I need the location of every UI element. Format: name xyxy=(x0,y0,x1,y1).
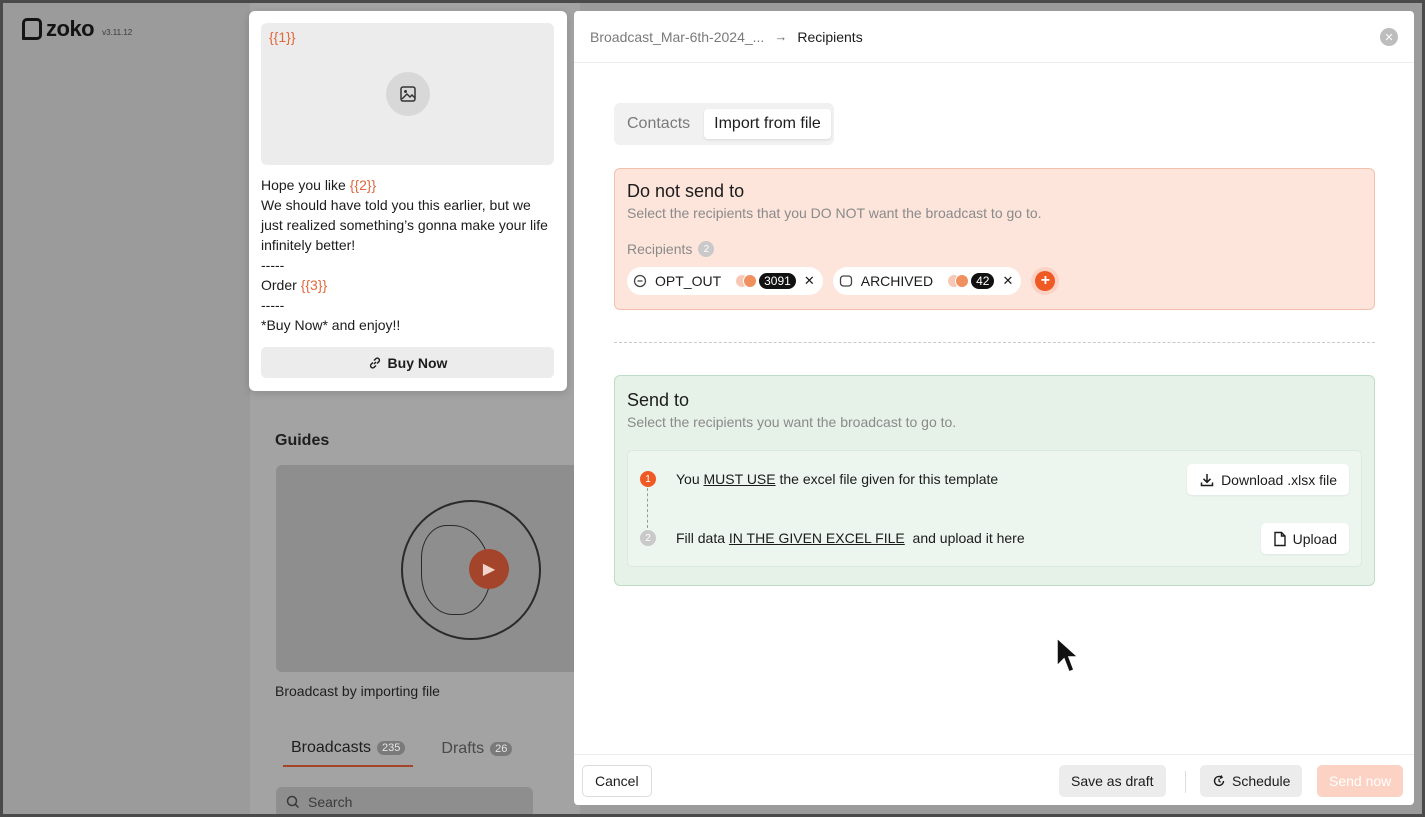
image-icon xyxy=(386,72,430,116)
mouse-cursor-icon xyxy=(1056,636,1080,673)
breadcrumb: Broadcast_Mar-6th-2024_... → Recipients … xyxy=(574,11,1414,63)
preview-variable: {{3}} xyxy=(300,277,328,293)
send-to-card: Send to Select the recipients you want t… xyxy=(614,375,1375,586)
guide-video[interactable]: ▶ xyxy=(276,465,576,672)
link-icon xyxy=(369,356,380,369)
chip-label: OPT_OUT xyxy=(655,273,722,289)
chip-label: ARCHIVED xyxy=(860,273,934,289)
preview-text: Hope you like xyxy=(261,177,350,193)
chip-count-badge: 3091 xyxy=(759,273,796,289)
contact-avatars xyxy=(947,274,970,288)
arrow-right-icon: → xyxy=(774,29,788,44)
opt-out-icon xyxy=(633,274,647,288)
download-icon xyxy=(1200,473,1214,486)
tab-import-from-file[interactable]: Import from file xyxy=(704,109,831,139)
search-icon xyxy=(286,795,300,809)
schedule-icon xyxy=(1213,775,1225,787)
search-input[interactable]: Search xyxy=(276,787,533,817)
tab-broadcasts[interactable]: Broadcasts 235 xyxy=(283,737,414,767)
step-connector xyxy=(647,488,648,528)
step-number: 1 xyxy=(640,471,656,487)
media-variable: {{1}} xyxy=(269,29,296,45)
preview-text: *Buy Now* and enjoy!! xyxy=(261,317,401,333)
schedule-label: Schedule xyxy=(1232,773,1291,789)
upload-label: Upload xyxy=(1292,530,1337,547)
remove-chip-icon[interactable]: ✕ xyxy=(804,273,815,289)
modal-footer: Cancel Save as draft Schedule Send now xyxy=(574,754,1414,805)
buy-now-button[interactable]: Buy Now xyxy=(261,347,554,378)
breadcrumb-broadcast[interactable]: Broadcast_Mar-6th-2024_... xyxy=(590,29,764,45)
tab-count-badge: 26 xyxy=(490,742,513,756)
preview-text: We should have told you this earlier, bu… xyxy=(261,197,548,253)
recipient-chips: OPT_OUT 3091 ✕ ARCHIVED 42 ✕ + xyxy=(627,267,1362,295)
search-placeholder: Search xyxy=(308,794,353,810)
do-not-send-card: Do not send to Select the recipients tha… xyxy=(614,168,1375,310)
upload-button[interactable]: Upload xyxy=(1260,523,1349,554)
recipients-label: Recipients 2 xyxy=(627,241,1362,257)
step-download: 1 You MUST USE the excel file given for … xyxy=(640,471,998,487)
zoko-logo-icon xyxy=(22,18,42,40)
do-not-send-title: Do not send to xyxy=(627,181,745,201)
preview-text: Order xyxy=(261,277,301,293)
tab-label: Broadcasts xyxy=(291,739,372,756)
broadcast-tabs: Broadcasts 235 Drafts 26 xyxy=(283,737,520,767)
template-preview: {{1}} Hope you like {{2}} We should have… xyxy=(249,11,567,391)
tab-label: Drafts xyxy=(441,740,485,757)
tab-contacts[interactable]: Contacts xyxy=(617,109,700,139)
play-icon[interactable]: ▶ xyxy=(469,549,509,589)
app-name: zoko xyxy=(46,16,95,41)
breadcrumb-current: Recipients xyxy=(797,28,863,45)
close-icon[interactable]: ✕ xyxy=(1380,28,1398,46)
send-to-subtitle: Select the recipients you want the broad… xyxy=(627,414,957,430)
chip-opt-out[interactable]: OPT_OUT 3091 ✕ xyxy=(627,267,823,295)
schedule-button[interactable]: Schedule xyxy=(1200,765,1303,797)
contact-avatars xyxy=(735,274,758,288)
save-as-draft-button[interactable]: Save as draft xyxy=(1059,765,1166,797)
do-not-send-subtitle: Select the recipients that you DO NOT wa… xyxy=(627,205,1042,221)
preview-media: {{1}} xyxy=(261,23,554,165)
recipients-modal: Broadcast_Mar-6th-2024_... → Recipients … xyxy=(574,11,1414,805)
chip-archived[interactable]: ARCHIVED 42 ✕ xyxy=(832,267,1022,295)
send-now-button[interactable]: Send now xyxy=(1317,765,1404,797)
chip-count-badge: 42 xyxy=(971,273,995,289)
preview-line: Hope you like {{2}} xyxy=(261,175,555,195)
step-number: 2 xyxy=(640,530,656,546)
send-to-title: Send to xyxy=(627,390,690,410)
preview-body: Hope you like {{2}} We should have told … xyxy=(261,175,555,335)
remove-chip-icon[interactable]: ✕ xyxy=(1002,273,1013,289)
footer-divider xyxy=(1185,771,1186,793)
guides-title: Guides xyxy=(275,432,330,449)
preview-variable: {{2}} xyxy=(349,177,377,193)
app-version: v3.11.12 xyxy=(102,27,133,37)
download-xlsx-button[interactable]: Download .xlsx file xyxy=(1187,464,1349,495)
preview-separator: ----- xyxy=(261,297,285,313)
buy-now-label: Buy Now xyxy=(387,354,448,371)
preview-separator: ----- xyxy=(261,257,285,273)
tab-count-badge: 235 xyxy=(377,741,406,755)
plus-icon: + xyxy=(1035,271,1056,291)
recipient-source-tabs: Contacts Import from file xyxy=(614,103,834,145)
app-logo: zoko v3.11.12 xyxy=(22,16,132,42)
preview-line: Order {{3}} xyxy=(261,275,555,295)
add-recipient-button[interactable]: + xyxy=(1031,267,1060,295)
file-icon xyxy=(1273,531,1286,546)
step-text: You MUST USE the excel file given for th… xyxy=(676,471,999,487)
step-upload: 2 Fill data IN THE GIVEN EXCEL FILE and … xyxy=(640,530,1025,546)
step-text: Fill data IN THE GIVEN EXCEL FILE and up… xyxy=(676,530,1025,546)
archive-icon xyxy=(839,274,853,288)
import-steps: 1 You MUST USE the excel file given for … xyxy=(627,450,1362,567)
recipients-label-text: Recipients xyxy=(627,241,693,257)
section-divider xyxy=(614,342,1375,343)
guide-caption: Broadcast by importing file xyxy=(275,683,440,699)
cancel-button[interactable]: Cancel xyxy=(582,765,652,797)
tab-drafts[interactable]: Drafts 26 xyxy=(433,737,520,767)
recipients-count-badge: 2 xyxy=(698,241,715,257)
download-label: Download .xlsx file xyxy=(1221,471,1337,488)
